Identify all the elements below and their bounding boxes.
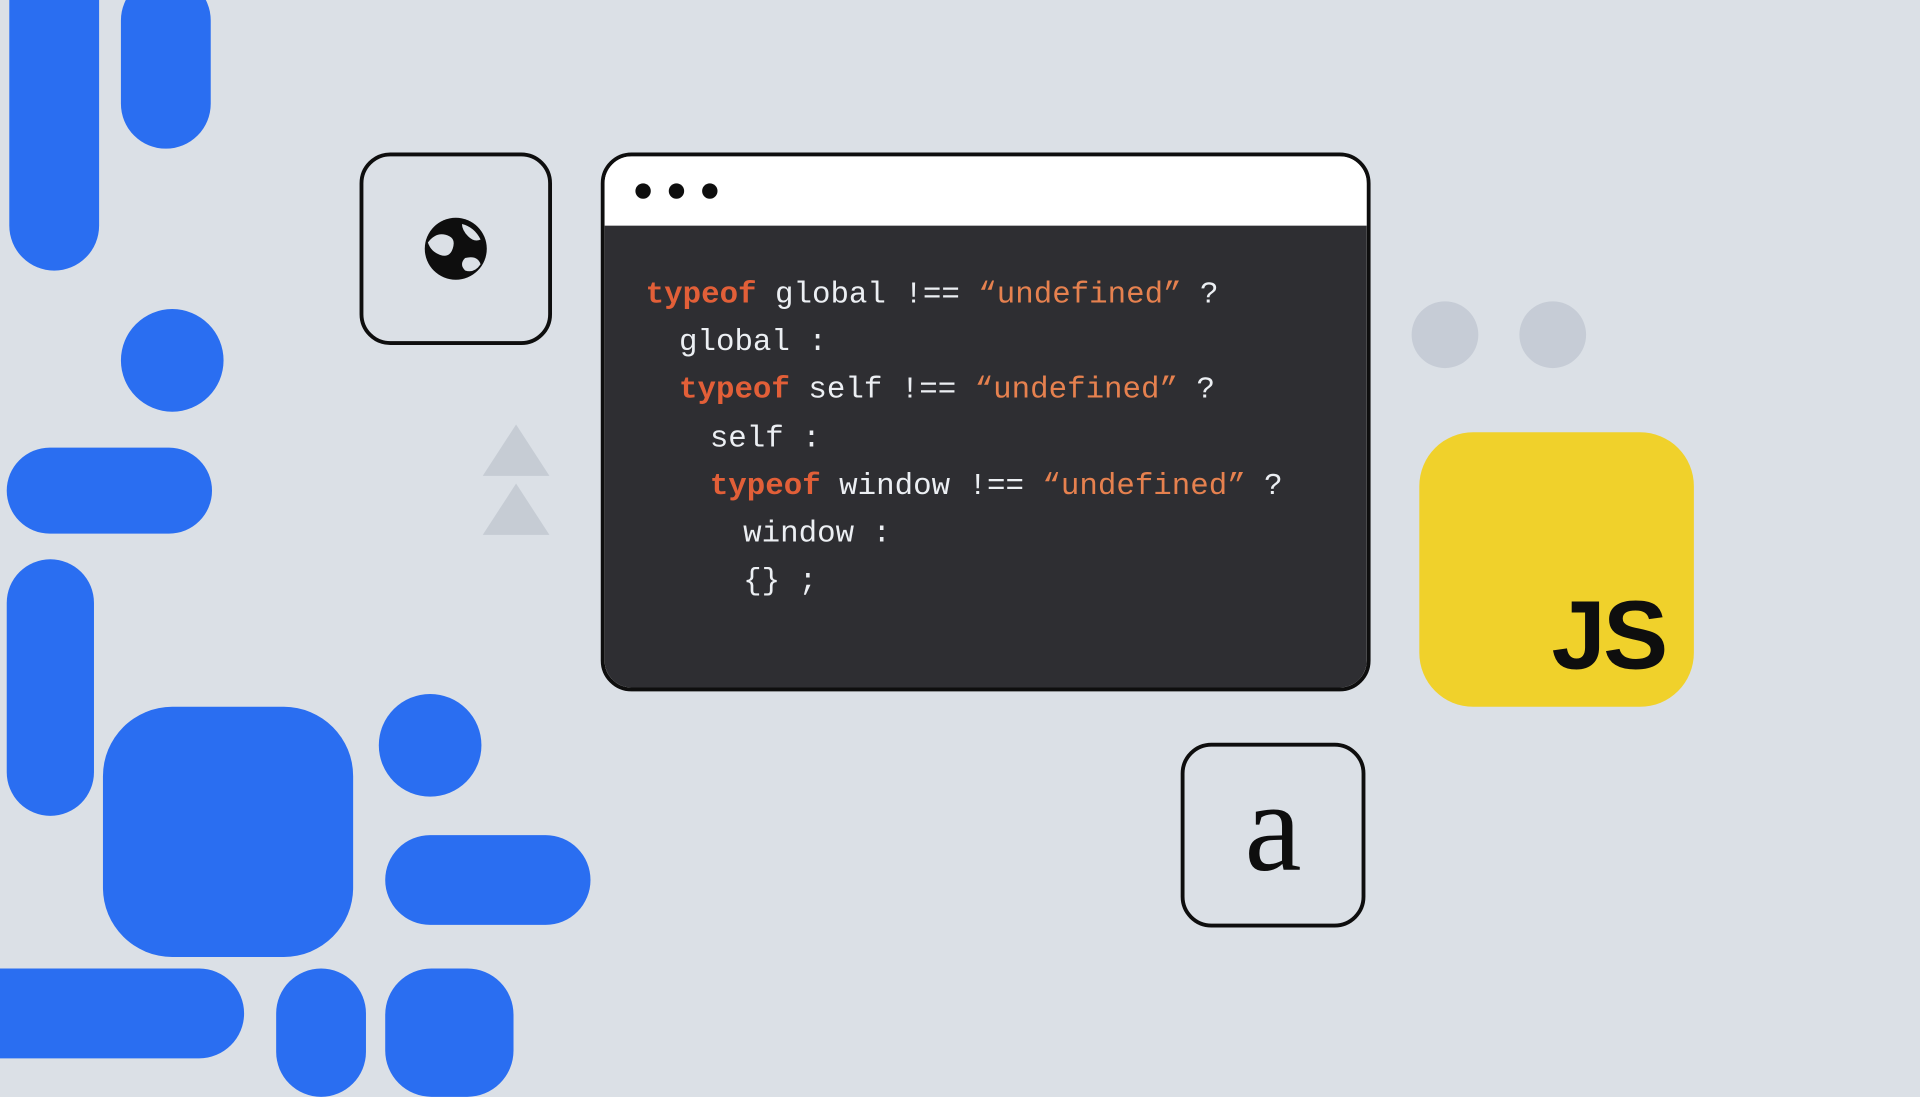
js-badge: JS xyxy=(1419,432,1694,707)
illustration-stage: typeof global !== “undefined” ? global : t… xyxy=(0,14,1919,1066)
traffic-light-dot xyxy=(635,183,650,198)
decorative-shape xyxy=(379,694,482,797)
decorative-shape xyxy=(0,969,244,1059)
globe-icon xyxy=(419,212,493,286)
code-window: typeof global !== “undefined” ? global : t… xyxy=(601,153,1371,692)
code-keyword: typeof xyxy=(710,469,821,504)
decorative-shape xyxy=(7,559,94,816)
globe-card xyxy=(360,153,552,345)
code-body: typeof global !== “undefined” ? global : t… xyxy=(605,226,1367,688)
code-text: ? xyxy=(1178,374,1215,409)
code-keyword: typeof xyxy=(646,278,757,313)
code-text: global !== xyxy=(757,278,979,313)
code-text: self !== xyxy=(790,374,975,409)
code-text: window !== xyxy=(821,469,1043,504)
traffic-light-dot xyxy=(669,183,684,198)
decorative-shape xyxy=(385,835,590,925)
chevron-up-icon xyxy=(483,425,550,476)
decorative-shape xyxy=(7,448,212,534)
decorative-shape xyxy=(276,969,366,1097)
code-string: “undefined” xyxy=(978,278,1181,313)
window-titlebar xyxy=(605,156,1367,225)
js-badge-label: JS xyxy=(1552,580,1666,692)
code-text: {} ; xyxy=(646,558,817,606)
decorative-shape xyxy=(385,969,513,1097)
traffic-light-dot xyxy=(702,183,717,198)
code-keyword: typeof xyxy=(679,374,790,409)
code-text: global : xyxy=(646,320,827,368)
code-text: ? xyxy=(1182,278,1219,313)
code-string: “undefined” xyxy=(1042,469,1245,504)
decorative-dot xyxy=(1519,301,1586,368)
code-text: window : xyxy=(646,510,891,558)
glyph-card: a xyxy=(1181,743,1366,928)
chevron-up-icon xyxy=(483,484,550,535)
code-text: ? xyxy=(1246,469,1283,504)
decorative-shape xyxy=(103,707,353,957)
code-string: “undefined” xyxy=(975,374,1178,409)
letter-a-icon: a xyxy=(1245,763,1302,891)
decorative-shape xyxy=(9,0,99,271)
decorative-shape xyxy=(121,0,211,149)
decorative-shape xyxy=(121,309,224,412)
code-text: self : xyxy=(646,415,821,463)
decorative-dot xyxy=(1412,301,1479,368)
